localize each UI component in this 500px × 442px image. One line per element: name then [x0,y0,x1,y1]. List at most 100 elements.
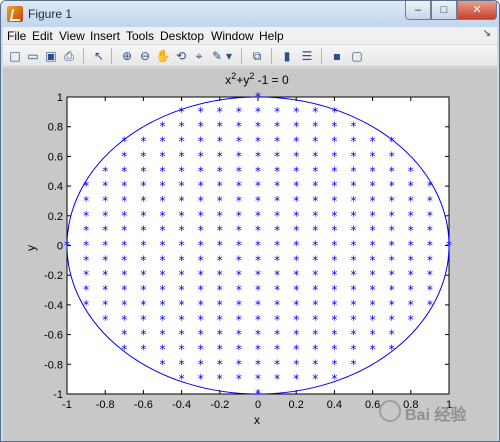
star-marker: * [160,164,166,178]
dock-figure-icon[interactable]: ↘ [483,28,491,39]
zoom-out-icon[interactable]: ⊖ [137,48,153,64]
star-marker: * [102,239,108,253]
star-marker: * [293,313,299,327]
star-marker: * [370,239,376,253]
star-marker: * [179,239,185,253]
star-marker: * [179,209,185,223]
star-marker: * [140,342,146,356]
star-marker: * [293,149,299,163]
x-tick-label: -0.2 [210,399,229,411]
star-marker: * [427,298,433,312]
star-marker: * [408,164,414,178]
y-tick-label: 0.8 [48,122,63,134]
star-marker: * [312,268,318,282]
star-marker: * [331,253,337,267]
star-marker: * [236,149,242,163]
toolbar-separator [321,48,322,64]
figure-window: Figure 1 – □ ✕ File Edit View Insert Too… [0,0,500,442]
star-marker: * [236,239,242,253]
star-marker: * [83,179,89,193]
colorbar-icon[interactable]: ▮ [279,48,295,64]
star-marker: * [179,298,185,312]
legend-icon[interactable]: ☰ [299,48,315,64]
star-marker: * [64,239,70,253]
y-axis-label: y [24,245,38,251]
menu-view[interactable]: View [59,29,85,43]
star-marker: * [389,149,395,163]
rotate-3d-icon[interactable]: ⟲ [173,48,189,64]
star-marker: * [160,135,166,149]
y-tick-label: -0.4 [44,300,63,312]
data-cursor-icon[interactable]: ⌖ [191,48,207,64]
star-marker: * [160,313,166,327]
pan-icon[interactable]: ✋ [155,48,171,64]
star-marker: * [312,179,318,193]
star-marker: * [331,164,337,178]
star-marker: * [255,149,261,163]
star-marker: * [217,283,223,297]
star-marker: * [293,224,299,238]
star-marker: * [217,105,223,119]
menu-tools[interactable]: Tools [126,29,154,43]
menu-edit[interactable]: Edit [32,29,53,43]
open-file-icon[interactable]: ▭ [25,48,41,64]
brush-dropdown-icon[interactable]: ▾ [224,48,234,64]
zoom-in-icon[interactable]: ⊕ [119,48,135,64]
star-marker: * [121,179,127,193]
minimize-button[interactable]: – [405,1,431,20]
close-button[interactable]: ✕ [457,1,497,20]
star-marker: * [331,283,337,297]
menu-help[interactable]: Help [259,29,284,43]
star-marker: * [198,328,204,342]
star-marker: * [179,268,185,282]
star-marker: * [236,194,242,208]
y-tick-label: -0.6 [44,330,63,342]
menu-file[interactable]: File [7,29,26,43]
show-tools-icon[interactable]: ▢ [349,48,365,64]
star-marker: * [370,268,376,282]
star-marker: * [217,149,223,163]
star-marker: * [160,194,166,208]
new-figure-icon[interactable]: □ [7,48,23,64]
star-marker: * [274,283,280,297]
menu-window[interactable]: Window [211,29,254,43]
star-marker: * [179,194,185,208]
star-marker: * [351,120,357,134]
star-marker: * [198,120,204,134]
print-icon[interactable]: ⎙ [61,48,77,64]
star-marker: * [121,313,127,327]
star-marker: * [140,298,146,312]
star-marker: * [102,283,108,297]
star-marker: * [274,328,280,342]
brush-icon[interactable]: ✎ [209,48,225,64]
star-marker: * [312,164,318,178]
x-tick-label: -1 [62,399,72,411]
menu-desktop[interactable]: Desktop [160,29,204,43]
y-tick-label: -1 [53,389,63,401]
star-marker: * [160,268,166,282]
save-icon[interactable]: ▣ [43,48,59,64]
star-marker: * [255,105,261,119]
figure-canvas: x2+y2 -1 = 0 -1 -0.8 -0.6 -0.4 -0.2 0 0.2 0.4 0.… [3,68,497,441]
x-tick-label: 0.2 [289,399,304,411]
star-marker: * [370,164,376,178]
star-marker: * [102,253,108,267]
title-bar[interactable]: Figure 1 – □ ✕ [1,1,499,27]
y-tick-label: 1 [57,92,63,104]
edit-plot-icon[interactable]: ↖ [91,48,107,64]
star-marker: * [427,179,433,193]
link-plot-icon[interactable]: ⧉ [249,48,265,64]
star-marker: * [217,357,223,371]
star-marker: * [312,372,318,386]
star-marker: * [255,357,261,371]
menu-insert[interactable]: Insert [90,29,120,43]
hide-tools-icon[interactable]: ▪ [329,48,345,64]
star-marker: * [236,283,242,297]
star-marker: * [274,357,280,371]
maximize-button[interactable]: □ [431,1,457,20]
star-marker: * [102,224,108,238]
star-marker: * [179,179,185,193]
star-marker: * [274,120,280,134]
star-marker: * [140,239,146,253]
star-marker: * [351,268,357,282]
